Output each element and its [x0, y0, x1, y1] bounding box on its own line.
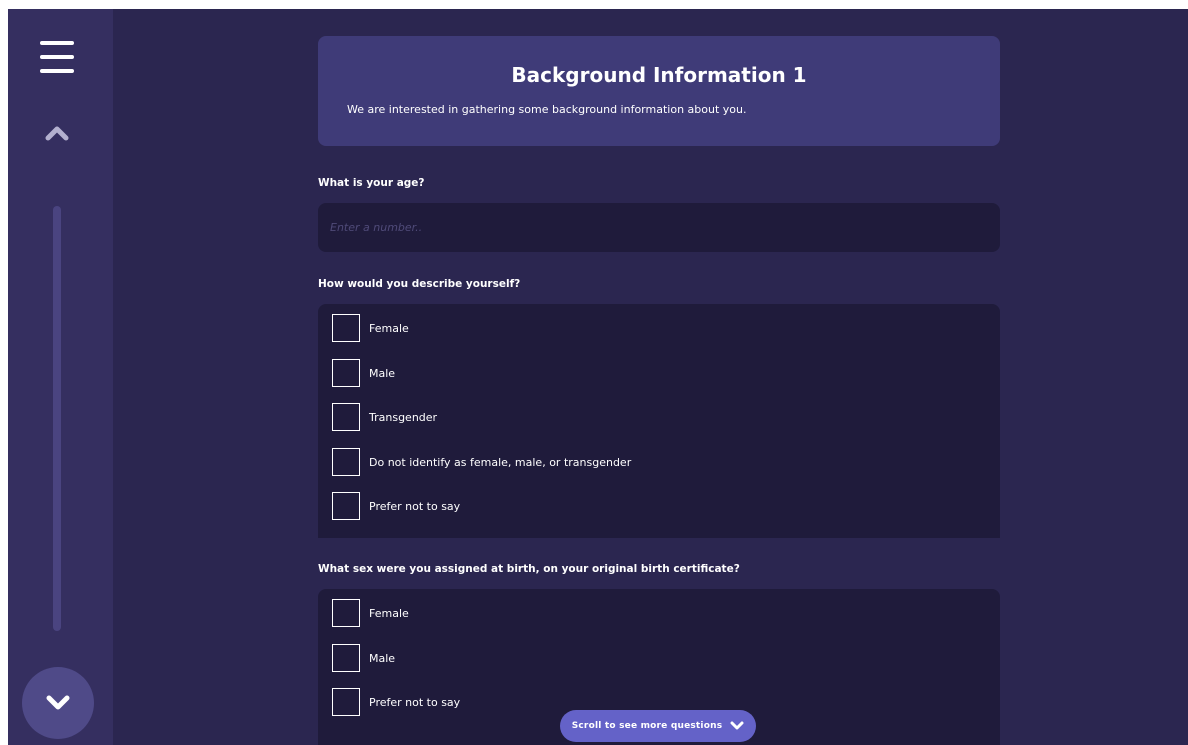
- option-male[interactable]: Male: [332, 642, 395, 674]
- menu-bar: [40, 41, 74, 45]
- checkbox[interactable]: [332, 644, 360, 672]
- option-label: Male: [369, 366, 396, 380]
- option-label: Prefer not to say: [369, 499, 461, 513]
- scroll-more-label: Scroll to see more questions: [571, 721, 723, 731]
- option-label: Female: [369, 606, 409, 620]
- chevron-up-icon: [45, 126, 69, 141]
- option-female[interactable]: Female: [332, 312, 409, 344]
- question-identity-label: How would you describe yourself?: [318, 278, 521, 290]
- identity-options-group: Female Male Transgender Do not identify …: [318, 304, 1000, 538]
- age-input[interactable]: [318, 203, 1000, 252]
- option-prefer-not-to-say[interactable]: Prefer not to say: [332, 686, 460, 718]
- checkbox[interactable]: [332, 492, 360, 520]
- section-title: Background Information 1: [511, 63, 807, 87]
- checkbox[interactable]: [332, 688, 360, 716]
- survey-app: Background Information 1 We are interest…: [8, 9, 1188, 745]
- checkbox[interactable]: [332, 403, 360, 431]
- option-label: Transgender: [369, 410, 438, 424]
- option-transgender[interactable]: Transgender: [332, 401, 437, 433]
- option-male[interactable]: Male: [332, 357, 395, 389]
- option-label: Prefer not to say: [369, 695, 461, 709]
- chevron-down-icon: [46, 695, 70, 710]
- section-description: We are interested in gathering some back…: [347, 103, 747, 116]
- option-label: Male: [369, 651, 396, 665]
- option-female[interactable]: Female: [332, 597, 409, 629]
- menu-bar: [40, 69, 74, 73]
- question-sex-at-birth-label: What sex were you assigned at birth, on …: [318, 563, 740, 575]
- menu-bar: [40, 55, 74, 59]
- scrollbar-track[interactable]: [53, 206, 61, 631]
- scroll-up-button[interactable]: [44, 121, 70, 143]
- option-not-identify[interactable]: Do not identify as female, male, or tran…: [332, 446, 631, 478]
- sidebar: [8, 9, 113, 745]
- option-label: Do not identify as female, male, or tran…: [369, 455, 632, 469]
- checkbox[interactable]: [332, 314, 360, 342]
- section-header-card: Background Information 1 We are interest…: [318, 36, 1000, 146]
- checkbox[interactable]: [332, 599, 360, 627]
- scroll-down-button[interactable]: [22, 667, 94, 739]
- scroll-more-button[interactable]: Scroll to see more questions: [560, 710, 756, 742]
- checkbox[interactable]: [332, 448, 360, 476]
- chevron-down-icon: [730, 721, 744, 730]
- option-label: Female: [369, 321, 409, 335]
- option-prefer-not-to-say[interactable]: Prefer not to say: [332, 490, 460, 522]
- menu-button[interactable]: [40, 41, 74, 73]
- checkbox[interactable]: [332, 359, 360, 387]
- question-age-label: What is your age?: [318, 177, 425, 189]
